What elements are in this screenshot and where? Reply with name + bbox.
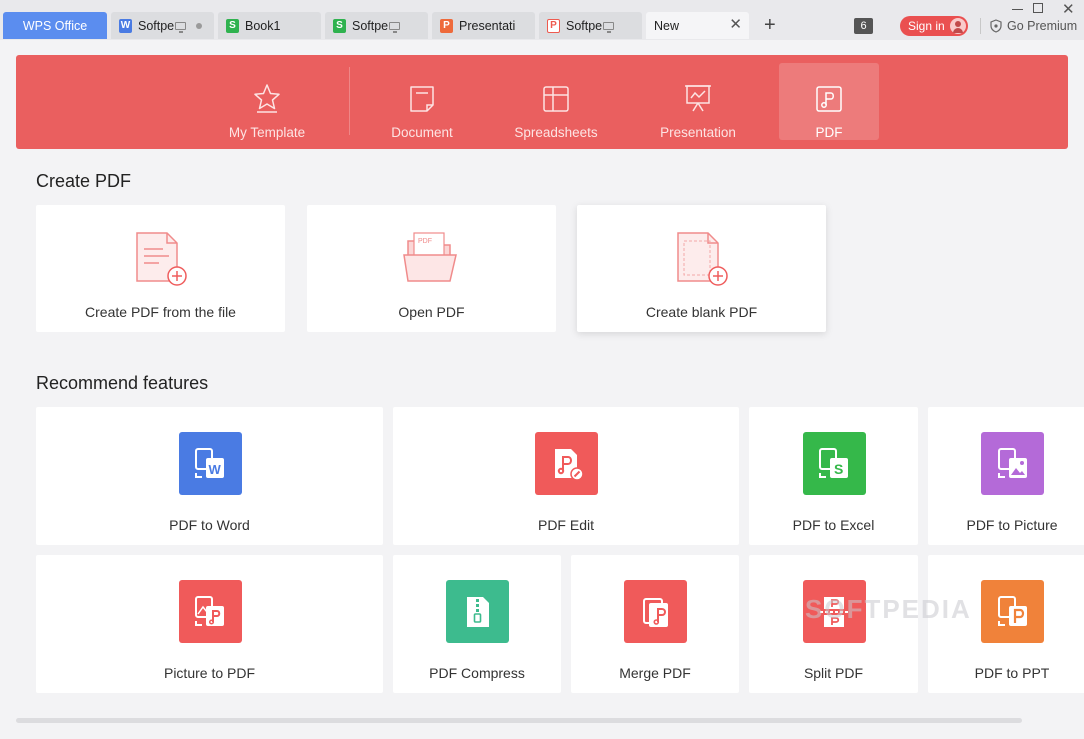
- unsaved-dot-icon: [196, 23, 202, 29]
- banner-divider: [349, 67, 350, 135]
- pdf-doc-icon: P: [547, 18, 560, 33]
- tab-label: Presentati: [459, 18, 516, 33]
- merge-pdf-icon: [624, 580, 687, 643]
- card-label: Open PDF: [398, 304, 465, 320]
- card-label: PDF to Word: [169, 517, 250, 533]
- card-label: PDF to PPT: [974, 665, 1050, 681]
- card-label: Merge PDF: [619, 665, 691, 681]
- create-pdf-heading: Create PDF: [36, 171, 132, 191]
- tab-label: WPS Office: [22, 18, 88, 33]
- card-label: PDF Edit: [537, 517, 594, 533]
- svg-text:PDF: PDF: [418, 238, 432, 245]
- category-label: Presentation: [660, 125, 736, 140]
- card-label: Create blank PDF: [645, 304, 758, 320]
- close-tab-icon[interactable]: ✕: [729, 17, 742, 32]
- category-label: Document: [391, 125, 453, 140]
- svg-text:S: S: [834, 461, 843, 477]
- tab-label: New: [654, 18, 680, 33]
- close-window-icon[interactable]: ✕: [1062, 0, 1075, 18]
- title-bar: WPS Office W Softpe S Book1 S Softpe P P…: [0, 0, 1084, 40]
- pdf-compress-card[interactable]: PDF Compress: [393, 555, 561, 693]
- tab-label: Softpe: [138, 18, 175, 33]
- pdf-to-excel-card[interactable]: S PDF to Excel: [749, 407, 918, 545]
- document-icon: [410, 86, 434, 112]
- card-label: PDF to Picture: [966, 517, 1058, 533]
- create-pdf-from-file-card[interactable]: Create PDF from the file: [36, 205, 285, 332]
- spreadsheet-icon: [543, 86, 569, 112]
- pdf-edit-icon: [535, 432, 598, 495]
- card-label: Create PDF from the file: [85, 304, 236, 320]
- blank-file-add-icon: [676, 232, 728, 286]
- category-presentation[interactable]: Presentation: [648, 63, 748, 140]
- picture-to-pdf-card[interactable]: Picture to PDF: [36, 555, 383, 693]
- spreadsheet-doc-icon: S: [333, 18, 346, 33]
- monitor-icon: [389, 21, 401, 33]
- tab-word-document[interactable]: W Softpe: [111, 12, 214, 39]
- category-document[interactable]: Document: [372, 63, 472, 140]
- create-blank-pdf-card[interactable]: Create blank PDF: [577, 205, 826, 332]
- tab-label: Book1: [245, 18, 281, 33]
- pdf-compress-icon: [446, 580, 509, 643]
- tab-label: Softpe: [352, 18, 389, 33]
- card-label: PDF to Excel: [792, 517, 875, 533]
- pdf-to-picture-icon: [981, 432, 1044, 495]
- category-label: PDF: [815, 125, 843, 140]
- category-label: My Template: [228, 125, 306, 140]
- premium-shield-icon: [990, 19, 1002, 33]
- recommend-features-heading: Recommend features: [36, 373, 209, 393]
- tab-label: Softpe: [566, 18, 603, 33]
- pdf-icon: [816, 86, 842, 112]
- premium-label: Go Premium: [1007, 19, 1078, 33]
- category-pdf[interactable]: PDF: [779, 63, 879, 140]
- folder-pdf-icon: PDF: [402, 232, 457, 282]
- tab-wps-office[interactable]: WPS Office: [3, 12, 107, 39]
- open-pdf-card[interactable]: PDF Open PDF: [307, 205, 556, 332]
- pdf-to-picture-card[interactable]: PDF to Picture: [928, 407, 1084, 545]
- monitor-icon: [603, 21, 615, 33]
- spreadsheet-doc-icon: S: [226, 18, 239, 33]
- category-label: Spreadsheets: [514, 125, 598, 140]
- card-label: Split PDF: [803, 665, 864, 681]
- tab-presentation[interactable]: P Presentati: [432, 12, 535, 39]
- horizontal-scrollbar[interactable]: [16, 718, 1022, 723]
- titlebar-divider: [980, 18, 981, 34]
- avatar-icon: [950, 18, 966, 34]
- category-banner: My Template Document Spreadsheets Presen…: [16, 55, 1068, 149]
- pdf-to-ppt-icon: [981, 580, 1044, 643]
- tab-pdf-softpedia[interactable]: P Softpe: [539, 12, 642, 39]
- svg-text:W: W: [209, 462, 222, 477]
- minimize-icon[interactable]: [1012, 9, 1023, 10]
- category-spreadsheets[interactable]: Spreadsheets: [506, 63, 606, 140]
- picture-to-pdf-icon: [178, 580, 242, 643]
- sign-in-label: Sign in: [908, 19, 945, 33]
- category-my-template[interactable]: My Template: [217, 63, 317, 140]
- presentation-doc-icon: P: [440, 18, 453, 33]
- go-premium-button[interactable]: Go Premium: [989, 19, 1077, 33]
- new-tab-plus-icon[interactable]: +: [764, 14, 776, 36]
- merge-pdf-card[interactable]: Merge PDF: [571, 555, 739, 693]
- file-add-icon: [135, 232, 187, 286]
- window-count-badge[interactable]: 6: [854, 18, 873, 34]
- pdf-edit-card[interactable]: PDF Edit: [393, 407, 739, 545]
- card-label: Picture to PDF: [163, 665, 256, 681]
- sign-in-button[interactable]: Sign in: [900, 16, 968, 36]
- watermark: SOFTPEDIA: [805, 594, 972, 624]
- maximize-icon[interactable]: [1033, 3, 1043, 13]
- pdf-to-word-card[interactable]: W PDF to Word: [36, 407, 383, 545]
- card-label: PDF Compress: [429, 665, 525, 681]
- pdf-to-word-icon: W: [178, 432, 242, 495]
- monitor-icon: [175, 21, 187, 33]
- tab-new[interactable]: New ✕: [646, 12, 749, 39]
- word-doc-icon: W: [119, 18, 132, 33]
- tab-book1[interactable]: S Book1: [218, 12, 321, 39]
- tab-spreadsheet-softpedia[interactable]: S Softpe: [325, 12, 428, 39]
- star-icon: [254, 84, 280, 113]
- pdf-to-excel-icon: S: [802, 432, 866, 495]
- presentation-icon: [685, 85, 711, 112]
